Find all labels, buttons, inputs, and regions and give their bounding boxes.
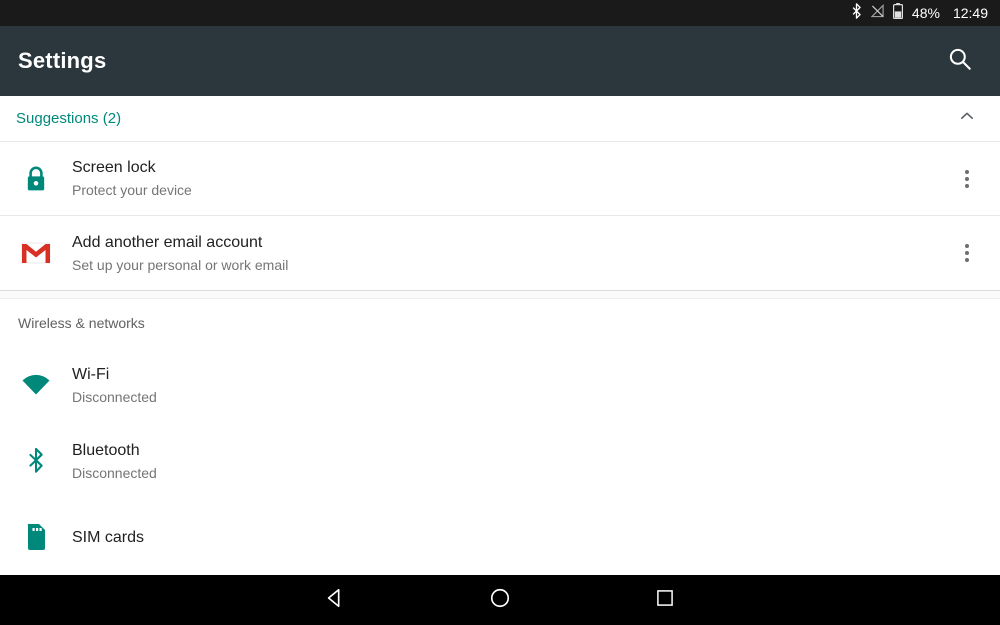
bluetooth-icon [851,2,862,24]
more-vert-icon[interactable] [952,157,982,201]
home-circle-icon [489,587,511,614]
settings-row-title: Bluetooth [72,441,140,459]
settings-row-title: SIM cards [72,528,145,546]
overflow-dot [965,183,969,188]
suggestion-subtitle: Set up your personal or work email [72,256,289,273]
back-triangle-icon [324,587,346,614]
suggestion-texts: Add another email account Set up your pe… [72,232,952,275]
settings-row-subtitle: Disconnected [72,388,157,405]
settings-list: Wi-Fi Disconnected Bluetooth Disconnecte… [0,347,1000,575]
search-icon [947,46,973,77]
wifi-icon [0,374,72,396]
settings-row-sim-cards[interactable]: SIM cards [0,499,1000,575]
overflow-dot [965,258,969,262]
suggestion-texts: Screen lock Protect your device [72,157,952,200]
settings-row-wifi[interactable]: Wi-Fi Disconnected [0,347,1000,423]
sim-card-icon [0,523,72,551]
settings-row-texts: Wi-Fi Disconnected [72,364,1000,407]
app-bar: Settings [0,26,1000,96]
suggestions-title: Suggestions (2) [16,110,122,127]
suggestion-row-add-email[interactable]: Add another email account Set up your pe… [0,216,1000,290]
settings-row-subtitle: Disconnected [72,464,157,481]
suggestion-title: Screen lock [72,159,156,176]
search-button[interactable] [938,39,982,83]
nav-back-button[interactable] [275,575,395,625]
overflow-dot [965,169,969,174]
bluetooth-icon [0,447,72,475]
signal-off-icon [870,3,884,23]
suggestion-subtitle: Protect your device [72,182,192,198]
overflow-dot [965,176,969,181]
suggestions-collapse-button[interactable] [952,104,982,134]
more-vert-icon[interactable] [952,231,982,275]
suggestion-title: Add another email account [72,233,263,251]
android-settings-screen: 48% 12:49 Settings Suggestions (2) Scree… [0,0,1000,625]
chevron-up-icon [958,107,976,130]
page-title: Settings [18,48,107,73]
nav-home-button[interactable] [440,575,560,625]
navigation-bar [0,575,1000,625]
nav-recents-button[interactable] [605,575,725,625]
battery-icon [892,2,903,24]
section-header-wireless: Wireless & networks [0,299,1000,347]
battery-percent: 48% [911,5,940,21]
status-bar: 48% 12:49 [0,0,1000,26]
suggestion-row-screen-lock[interactable]: Screen lock Protect your device [0,142,1000,216]
suggestions-header[interactable]: Suggestions (2) [0,96,1000,142]
settings-row-title: Wi-Fi [72,365,110,383]
settings-row-texts: SIM cards [72,527,1000,548]
gmail-icon [0,241,72,265]
status-bar-icons: 48% 12:49 [851,2,988,24]
lock-icon [0,165,72,193]
overflow-dot [965,251,969,255]
section-divider [0,290,1000,299]
recents-square-icon [655,588,675,613]
section-title: Wireless & networks [18,315,145,331]
status-bar-clock: 12:49 [952,5,988,21]
overflow-dot [965,244,969,248]
settings-row-texts: Bluetooth Disconnected [72,440,1000,483]
settings-row-bluetooth[interactable]: Bluetooth Disconnected [0,423,1000,499]
